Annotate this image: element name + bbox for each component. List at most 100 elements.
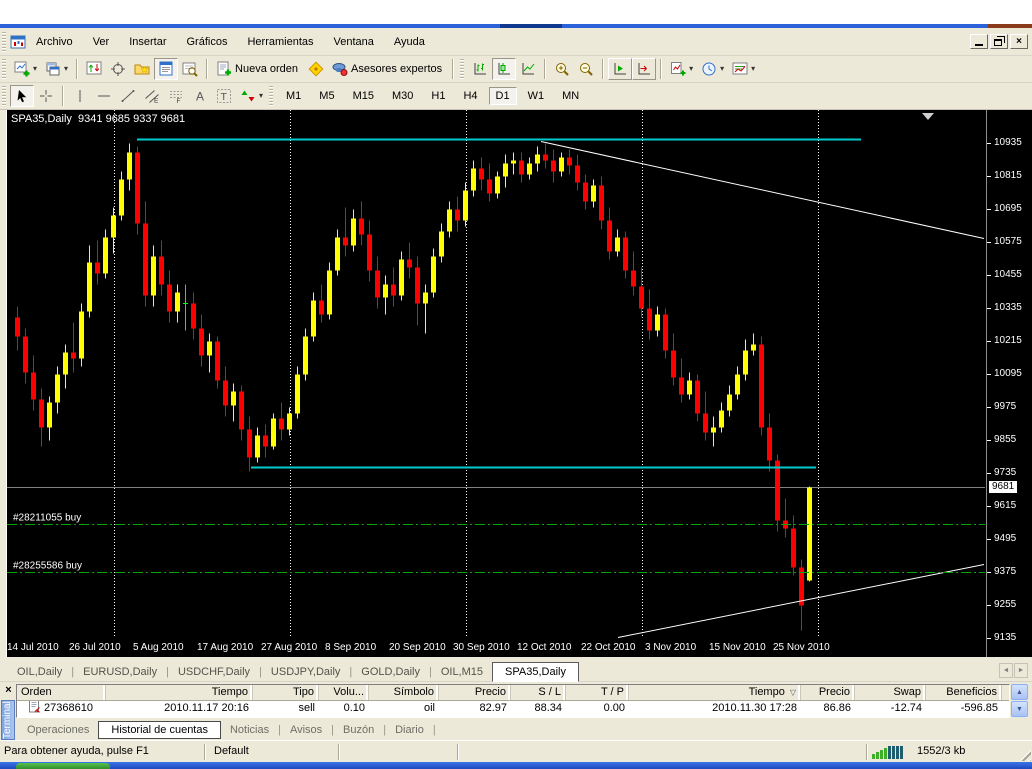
toolbar-grip[interactable]: [2, 86, 6, 106]
crosshair-target-button[interactable]: [106, 58, 130, 80]
menubar-grip[interactable]: [2, 32, 6, 52]
dropdown-arrow-icon[interactable]: ▾: [259, 91, 263, 101]
minimize-button[interactable]: [970, 34, 988, 49]
chart-tab-oildaily[interactable]: OIL,Daily: [8, 663, 71, 681]
timeframe-h4[interactable]: H4: [456, 87, 484, 105]
periods-button[interactable]: ▾: [697, 58, 728, 80]
scroll-tabs-right-button[interactable]: ►: [1014, 663, 1028, 678]
column-header-orden[interactable]: Orden: [17, 685, 106, 700]
menu-item-archivo[interactable]: Archivo: [26, 32, 83, 52]
column-header-smbolo[interactable]: Símbolo: [369, 685, 439, 700]
trend-line-button[interactable]: [116, 85, 140, 107]
indicators-button[interactable]: ▾: [666, 58, 697, 80]
toolbar-grip[interactable]: [269, 86, 273, 106]
table-row[interactable]: 273686102010.11.17 20:16sell0.10oil82.97…: [17, 701, 1009, 717]
terminal-panel-caption[interactable]: Terminal: [1, 700, 15, 740]
vertical-line-button[interactable]: [68, 85, 92, 107]
channel-button[interactable]: E: [140, 85, 164, 107]
crosshair-tool-button[interactable]: [34, 85, 58, 107]
scroll-up-button[interactable]: ▲: [1011, 684, 1028, 700]
new-order-button[interactable]: Nueva orden: [212, 58, 304, 80]
terminal-tab-noticias[interactable]: Noticias: [221, 722, 278, 738]
toolbar-grip[interactable]: [2, 59, 6, 79]
dropdown-arrow-icon[interactable]: ▾: [751, 64, 755, 74]
column-header-tp[interactable]: T / P: [566, 685, 629, 700]
horizontal-line-button[interactable]: [92, 85, 116, 107]
timeframe-mn[interactable]: MN: [555, 87, 586, 105]
chart-cycle-button[interactable]: [82, 58, 106, 80]
terminal-tab-historial-de-cuentas[interactable]: Historial de cuentas: [98, 721, 221, 739]
timeframe-h1[interactable]: H1: [424, 87, 452, 105]
dropdown-arrow-icon[interactable]: ▾: [64, 64, 68, 74]
scroll-tabs-left-button[interactable]: ◄: [999, 663, 1013, 678]
favorites-button[interactable]: [130, 58, 154, 80]
chart-tab-usdjpydaily[interactable]: USDJPY,Daily: [262, 663, 350, 681]
price-chart-plot[interactable]: #28211055 buy#28255586 buy: [7, 110, 986, 640]
column-header-beneficios[interactable]: Beneficios: [926, 685, 1002, 700]
close-button[interactable]: ×: [1010, 34, 1028, 49]
dropdown-arrow-icon[interactable]: ▾: [720, 64, 724, 74]
new-chart-button[interactable]: ▾: [10, 58, 41, 80]
timeframe-m30[interactable]: M30: [385, 87, 420, 105]
menu-item-ver[interactable]: Ver: [83, 32, 120, 52]
terminal-tab-diario[interactable]: Diario: [386, 722, 433, 738]
templates-button[interactable]: ▾: [728, 58, 759, 80]
chart-bars-button[interactable]: [468, 58, 492, 80]
navigator-button[interactable]: [178, 58, 202, 80]
zoom-in-button[interactable]: [550, 58, 574, 80]
profiles-button[interactable]: ▾: [41, 58, 72, 80]
chart-tab-oilm15[interactable]: OIL,M15: [432, 663, 492, 681]
start-button-sliver[interactable]: [16, 763, 110, 769]
menu-item-graficos[interactable]: Gráficos: [177, 32, 238, 52]
expert-advisors-button[interactable]: Asesores expertos: [328, 58, 448, 80]
column-header-sl[interactable]: S / L: [511, 685, 566, 700]
account-history-table[interactable]: OrdenTiempoTipoVolu...SímboloPrecioS / L…: [16, 684, 1010, 718]
menu-item-herramientas[interactable]: Herramientas: [237, 32, 323, 52]
terminal-close-button[interactable]: ×: [2, 685, 15, 698]
chart-tab-usdchfdaily[interactable]: USDCHF,Daily: [169, 663, 259, 681]
column-header-tiempo[interactable]: Tiempo▽: [629, 685, 801, 700]
arrows-button[interactable]: ▾: [236, 85, 267, 107]
column-header-tiempo[interactable]: Tiempo: [106, 685, 253, 700]
price-axis[interactable]: 1093510815106951057510455103351021510095…: [986, 110, 1032, 657]
chart-tab-eurusddaily[interactable]: EURUSD,Daily: [74, 663, 166, 681]
menu-item-ventana[interactable]: Ventana: [324, 32, 384, 52]
chart-shift-button[interactable]: [632, 58, 656, 80]
date-axis[interactable]: 14 Jul 201026 Jul 20105 Aug 201017 Aug 2…: [7, 640, 986, 657]
column-header-volu[interactable]: Volu...: [319, 685, 369, 700]
timeframe-m1[interactable]: M1: [279, 87, 308, 105]
timeframe-w1[interactable]: W1: [521, 87, 552, 105]
toolbar-grip[interactable]: [460, 59, 464, 79]
timeframe-d1[interactable]: D1: [489, 87, 517, 105]
zoom-out-button[interactable]: [574, 58, 598, 80]
chart-tab-golddaily[interactable]: GOLD,Daily: [352, 663, 429, 681]
restore-button[interactable]: [990, 34, 1008, 49]
terminal-tab-avisos[interactable]: Avisos: [281, 722, 331, 738]
timeframe-m15[interactable]: M15: [346, 87, 381, 105]
timeframe-m5[interactable]: M5: [312, 87, 341, 105]
scroll-down-button[interactable]: ▼: [1011, 701, 1028, 717]
status-profile[interactable]: Default: [214, 745, 249, 757]
dropdown-arrow-icon[interactable]: ▾: [689, 64, 693, 74]
resize-grip[interactable]: [1017, 747, 1031, 761]
cursor-button[interactable]: [10, 85, 34, 107]
text-button[interactable]: A: [188, 85, 212, 107]
column-header-precio[interactable]: Precio: [801, 685, 855, 700]
mq-logo-button[interactable]: [304, 58, 328, 80]
text-label-button[interactable]: T: [212, 85, 236, 107]
chart-line-button[interactable]: [516, 58, 540, 80]
chart-candles-button[interactable]: [492, 58, 516, 80]
auto-scroll-button[interactable]: [608, 58, 632, 80]
column-header-tipo[interactable]: Tipo: [253, 685, 319, 700]
column-header-swap[interactable]: Swap: [855, 685, 926, 700]
menu-item-ayuda[interactable]: Ayuda: [384, 32, 435, 52]
terminal-tab-buzon[interactable]: Buzón: [334, 722, 383, 738]
terminal-tab-operaciones[interactable]: Operaciones: [18, 722, 98, 738]
fibonacci-button[interactable]: F: [164, 85, 188, 107]
menu-item-insertar[interactable]: Insertar: [119, 32, 176, 52]
chart-window[interactable]: #28211055 buy#28255586 buy SPA35,Daily 9…: [6, 110, 1032, 657]
chart-tab-spa35daily[interactable]: SPA35,Daily: [492, 662, 579, 682]
market-watch-button[interactable]: [154, 58, 178, 80]
column-header-precio[interactable]: Precio: [439, 685, 511, 700]
dropdown-arrow-icon[interactable]: ▾: [33, 64, 37, 74]
